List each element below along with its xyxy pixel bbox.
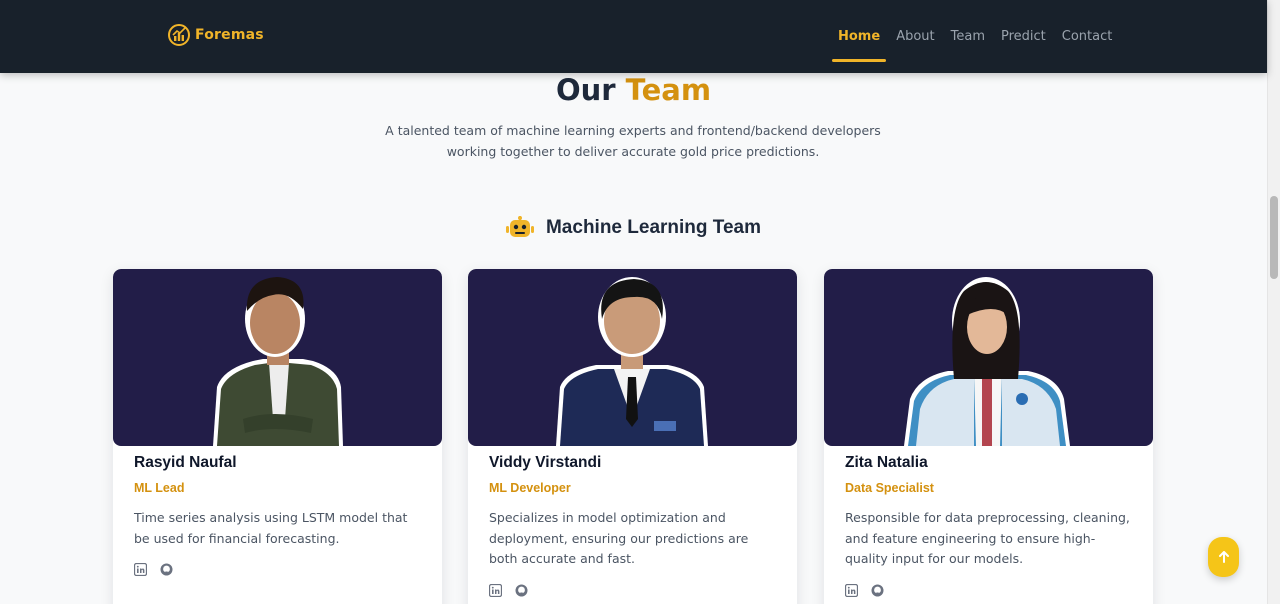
brand-logo[interactable]: Foremas	[167, 23, 264, 47]
member-photo	[113, 269, 442, 446]
member-name: Viddy Virstandi	[489, 454, 602, 471]
card-body: Zita Natalia Data Specialist Responsible…	[824, 446, 1153, 597]
linkedin-icon[interactable]	[134, 563, 147, 576]
team-card: Zita Natalia Data Specialist Responsible…	[824, 269, 1153, 604]
member-name: Rasyid Naufal	[134, 454, 237, 471]
member-photo	[824, 269, 1153, 446]
member-name: Zita Natalia	[845, 454, 928, 471]
section-title: Machine Learning Team	[545, 217, 762, 238]
member-description: Time series analysis using LSTM model th…	[134, 510, 408, 546]
nav-predict[interactable]: Predict	[993, 0, 1054, 73]
social-links	[134, 563, 421, 576]
github-icon[interactable]	[871, 584, 884, 597]
page-scrollbar[interactable]	[1267, 0, 1280, 604]
team-card: Viddy Virstandi ML Developer Specializes…	[468, 269, 797, 604]
member-photo	[468, 269, 797, 446]
card-body: Viddy Virstandi ML Developer Specializes…	[468, 446, 797, 597]
main-nav: Home About Team Predict Contact	[830, 0, 1120, 73]
page-title-accent: Team	[625, 73, 712, 107]
social-links	[489, 583, 776, 597]
social-links	[845, 583, 1132, 597]
nav-about[interactable]: About	[888, 0, 942, 73]
linkedin-icon[interactable]	[845, 583, 858, 597]
linkedin-icon[interactable]	[489, 583, 502, 597]
page-title: Our Team	[0, 73, 1267, 107]
member-description: Specializes in model optimization and de…	[489, 510, 749, 566]
navbar: Foremas Home About Team Predict Contact	[0, 0, 1267, 73]
nav-contact[interactable]: Contact	[1054, 0, 1121, 73]
github-icon[interactable]	[160, 563, 173, 576]
gold-chart-icon	[168, 24, 190, 46]
nav-team[interactable]: Team	[943, 0, 993, 73]
page-title-main: Our	[555, 73, 616, 107]
member-description: Responsible for data preprocessing, clea…	[845, 510, 1130, 566]
brand-name: Foremas	[195, 27, 264, 43]
page-subtitle: A talented team of machine learning expe…	[385, 123, 881, 159]
scrollbar-thumb[interactable]	[1270, 196, 1278, 279]
github-icon[interactable]	[515, 584, 528, 597]
nav-home[interactable]: Home	[830, 0, 888, 73]
card-body: Rasyid Naufal ML Lead Time series analys…	[113, 446, 442, 576]
member-role: ML Developer	[489, 481, 571, 495]
arrow-up-icon	[1218, 551, 1229, 563]
member-role: Data Specialist	[845, 481, 934, 495]
robot-icon	[505, 216, 534, 237]
member-role: ML Lead	[134, 481, 185, 495]
section-header: Machine Learning Team	[0, 216, 1267, 240]
back-to-top-button[interactable]	[1208, 537, 1239, 577]
team-card: Rasyid Naufal ML Lead Time series analys…	[113, 269, 442, 604]
